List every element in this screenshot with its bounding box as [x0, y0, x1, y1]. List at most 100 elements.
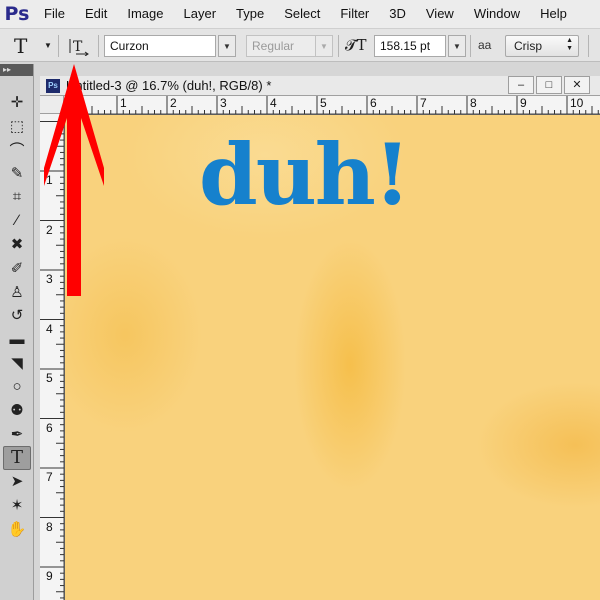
font-size-dropdown[interactable]: ▼	[448, 35, 466, 57]
healing-brush-tool-icon: ✖	[10, 236, 24, 254]
paint-bucket-tool-button[interactable]: ◥	[3, 351, 31, 375]
ruler-h-label: 9	[520, 96, 527, 110]
minimize-button[interactable]: ‒	[508, 76, 534, 94]
vertical-ruler[interactable]: 1 2 3 4 5 6 7 8 9	[40, 114, 64, 600]
quick-selection-tool-icon: ✎	[10, 165, 24, 183]
paint-bucket-tool-icon: ◥	[11, 354, 23, 372]
eraser-tool-icon: ▬	[9, 330, 25, 348]
photoshop-logo: Ps	[4, 3, 30, 25]
collapse-panel-icon[interactable]: ▸▸	[0, 64, 33, 76]
menu-image[interactable]: Image	[117, 0, 173, 28]
menu-type[interactable]: Type	[226, 0, 274, 28]
brush-tool-icon: ✐	[10, 259, 24, 277]
clone-stamp-tool-button[interactable]: ♙	[3, 280, 31, 304]
font-family-dropdown[interactable]: ▼	[218, 35, 236, 57]
ruler-v-label: 3	[46, 272, 53, 286]
options-bar: T ▼ T Curzon ▼ Regular ▼ 𝓣T 158.15 pt ▼ …	[0, 28, 600, 62]
history-brush-tool-button[interactable]: ↺	[3, 303, 31, 327]
ruler-v-label: 4	[46, 321, 53, 336]
type-tool-button[interactable]: T	[3, 445, 31, 470]
blur-tool-button[interactable]: ○	[3, 374, 31, 398]
anti-alias-icon: aa	[478, 38, 492, 52]
marquee-tool-button[interactable]: ⬚	[3, 114, 31, 138]
ruler-h-label: 5	[320, 96, 327, 110]
menu-view[interactable]: View	[416, 0, 464, 28]
svg-text:T: T	[73, 39, 83, 55]
move-tool-icon: ✛	[10, 94, 24, 111]
type-tool-icon: T	[10, 447, 23, 468]
separator	[338, 35, 339, 57]
font-style-field: Regular	[246, 35, 316, 57]
font-family-field[interactable]: Curzon	[104, 35, 216, 57]
separator	[588, 35, 589, 57]
canvas[interactable]: duh!	[65, 115, 600, 600]
separator	[58, 35, 59, 57]
ruler-v-label: 6	[46, 420, 53, 435]
path-selection-tool-icon: ➤	[10, 473, 24, 491]
dodge-tool-button[interactable]: ⚉	[3, 398, 31, 422]
hand-tool-icon: ✋	[7, 520, 27, 538]
tools-panel: ▸▸ ✛ ⬚ ⌒ ✎ ⌗ ∕ ✖ ✐ ♙ ↺ ▬ ◥ ○ ⚉ ✒ T ➤ ✶ ✋	[0, 64, 34, 600]
menu-select[interactable]: Select	[274, 0, 330, 28]
ruler-h-label: 10	[570, 96, 584, 110]
blur-tool-icon: ○	[12, 377, 22, 395]
ps-document-icon: Ps	[46, 79, 60, 93]
menu-help[interactable]: Help	[530, 0, 577, 28]
healing-brush-tool-button[interactable]: ✖	[3, 232, 31, 256]
ruler-v-label: 8	[46, 519, 53, 534]
menu-layer[interactable]: Layer	[174, 0, 227, 28]
document-title: Untitled-3 @ 16.7% (duh!, RGB/8) *	[66, 78, 272, 93]
toggle-text-orientation-icon: T	[69, 39, 89, 56]
eyedropper-tool-button[interactable]: ∕	[3, 209, 31, 233]
ruler-h-label: 8	[470, 96, 477, 110]
ruler-v-label: 7	[46, 470, 53, 484]
menu-file[interactable]: File	[34, 0, 75, 28]
menu-window[interactable]: Window	[464, 0, 530, 28]
marquee-tool-icon: ⬚	[9, 117, 25, 135]
crop-tool-button[interactable]: ⌗	[3, 185, 31, 209]
menu-filter[interactable]: Filter	[330, 0, 379, 28]
font-size-icon: 𝓣T	[345, 36, 367, 54]
lasso-tool-icon: ⌒	[9, 141, 25, 159]
history-brush-tool-icon: ↺	[10, 307, 24, 325]
select-arrows-icon: ▲ ▼	[566, 37, 573, 52]
ruler-v-label: 5	[46, 371, 53, 385]
ruler-v-label: 1	[46, 173, 53, 187]
document-tab[interactable]: Ps Untitled-3 @ 16.7% (duh!, RGB/8) * ‒ …	[40, 76, 600, 96]
eraser-tool-button[interactable]: ▬	[3, 327, 31, 351]
ruler-h-label: 3	[220, 96, 227, 110]
chevron-down-icon[interactable]: ▼	[44, 41, 52, 50]
hand-tool-button[interactable]: ✋	[3, 517, 31, 541]
ruler-h-label: 2	[170, 96, 177, 110]
type-tool-preset-icon[interactable]: T	[14, 34, 27, 58]
separator	[470, 35, 471, 57]
ruler-h-label: 6	[370, 96, 377, 110]
separator	[98, 35, 99, 57]
menu-edit[interactable]: Edit	[75, 0, 117, 28]
anti-alias-select[interactable]: Crisp ▲ ▼	[505, 35, 579, 57]
lasso-tool-button[interactable]: ⌒	[3, 137, 31, 161]
ruler-v-label: 2	[46, 222, 53, 237]
horizontal-ruler[interactable]: 1 2 3 4 5 6 7 8 9 10	[64, 96, 600, 114]
ruler-h-label: 7	[420, 96, 427, 110]
canvas-text-layer[interactable]: duh!	[199, 133, 411, 217]
toggle-text-orientation-button[interactable]: T	[66, 34, 92, 58]
ruler-h-label: 1	[120, 96, 127, 110]
brush-tool-button[interactable]: ✐	[3, 256, 31, 280]
shape-tool-button[interactable]: ✶	[3, 493, 31, 517]
ruler-origin[interactable]	[40, 96, 64, 114]
font-size-field[interactable]: 158.15 pt	[374, 35, 446, 57]
font-style-dropdown: ▼	[315, 35, 333, 57]
eyedropper-tool-icon: ∕	[15, 212, 19, 229]
anti-alias-value: Crisp	[514, 39, 543, 53]
quick-selection-tool-button[interactable]: ✎	[3, 161, 31, 185]
menu-3d[interactable]: 3D	[379, 0, 416, 28]
ruler-h-label: 4	[270, 96, 277, 110]
pen-tool-icon: ✒	[10, 425, 24, 443]
close-button[interactable]: ✕	[564, 76, 590, 94]
restore-button[interactable]: □	[536, 76, 562, 94]
crop-tool-icon: ⌗	[12, 188, 22, 206]
path-selection-tool-button[interactable]: ➤	[3, 469, 31, 493]
move-tool-button[interactable]: ✛	[3, 90, 31, 114]
pen-tool-button[interactable]: ✒	[3, 422, 31, 446]
